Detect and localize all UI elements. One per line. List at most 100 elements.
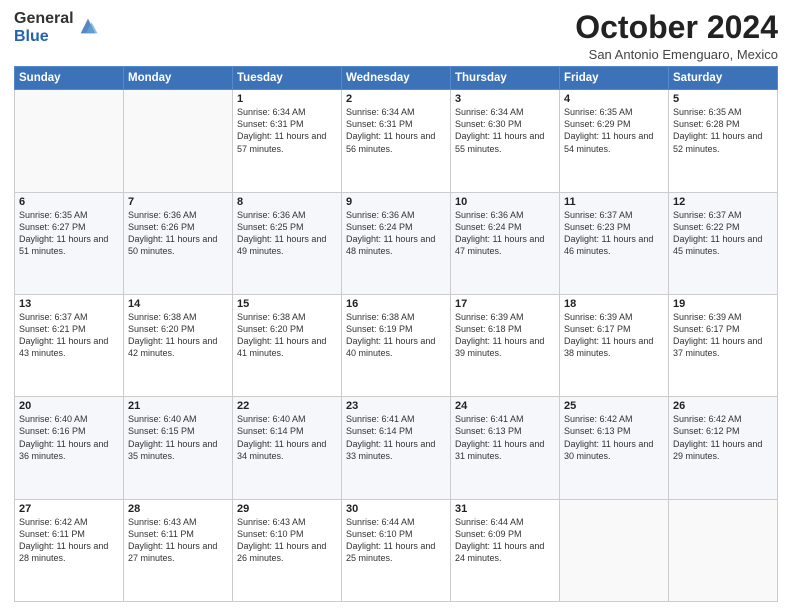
day-info: Sunrise: 6:40 AM Sunset: 6:16 PM Dayligh… — [19, 413, 119, 462]
day-info: Sunrise: 6:40 AM Sunset: 6:15 PM Dayligh… — [128, 413, 228, 462]
day-info: Sunrise: 6:39 AM Sunset: 6:17 PM Dayligh… — [673, 311, 773, 360]
day-info: Sunrise: 6:37 AM Sunset: 6:22 PM Dayligh… — [673, 209, 773, 258]
day-number: 24 — [455, 400, 555, 412]
day-number: 19 — [673, 298, 773, 310]
day-info: Sunrise: 6:44 AM Sunset: 6:10 PM Dayligh… — [346, 516, 446, 565]
logo-blue: Blue — [14, 28, 74, 46]
calendar-cell: 25Sunrise: 6:42 AM Sunset: 6:13 PM Dayli… — [560, 397, 669, 499]
day-info: Sunrise: 6:35 AM Sunset: 6:29 PM Dayligh… — [564, 106, 664, 155]
day-number: 18 — [564, 298, 664, 310]
day-number: 12 — [673, 196, 773, 208]
logo-text: General Blue — [14, 10, 74, 45]
calendar-cell — [124, 90, 233, 192]
day-info: Sunrise: 6:36 AM Sunset: 6:26 PM Dayligh… — [128, 209, 228, 258]
calendar-cell: 8Sunrise: 6:36 AM Sunset: 6:25 PM Daylig… — [233, 192, 342, 294]
day-number: 13 — [19, 298, 119, 310]
day-number: 20 — [19, 400, 119, 412]
calendar-week-row: 6Sunrise: 6:35 AM Sunset: 6:27 PM Daylig… — [15, 192, 778, 294]
calendar-cell: 18Sunrise: 6:39 AM Sunset: 6:17 PM Dayli… — [560, 294, 669, 396]
day-info: Sunrise: 6:44 AM Sunset: 6:09 PM Dayligh… — [455, 516, 555, 565]
calendar-cell: 12Sunrise: 6:37 AM Sunset: 6:22 PM Dayli… — [669, 192, 778, 294]
day-number: 23 — [346, 400, 446, 412]
day-info: Sunrise: 6:43 AM Sunset: 6:10 PM Dayligh… — [237, 516, 337, 565]
day-info: Sunrise: 6:43 AM Sunset: 6:11 PM Dayligh… — [128, 516, 228, 565]
day-number: 14 — [128, 298, 228, 310]
calendar-cell: 10Sunrise: 6:36 AM Sunset: 6:24 PM Dayli… — [451, 192, 560, 294]
day-number: 21 — [128, 400, 228, 412]
day-number: 2 — [346, 93, 446, 105]
day-info: Sunrise: 6:36 AM Sunset: 6:24 PM Dayligh… — [455, 209, 555, 258]
day-info: Sunrise: 6:38 AM Sunset: 6:19 PM Dayligh… — [346, 311, 446, 360]
calendar-cell: 15Sunrise: 6:38 AM Sunset: 6:20 PM Dayli… — [233, 294, 342, 396]
calendar-header-row: SundayMondayTuesdayWednesdayThursdayFrid… — [15, 67, 778, 90]
day-info: Sunrise: 6:42 AM Sunset: 6:12 PM Dayligh… — [673, 413, 773, 462]
day-number: 5 — [673, 93, 773, 105]
logo: General Blue — [14, 10, 99, 45]
weekday-header: Sunday — [15, 67, 124, 90]
calendar-cell: 20Sunrise: 6:40 AM Sunset: 6:16 PM Dayli… — [15, 397, 124, 499]
day-number: 25 — [564, 400, 664, 412]
day-info: Sunrise: 6:35 AM Sunset: 6:27 PM Dayligh… — [19, 209, 119, 258]
calendar-cell: 3Sunrise: 6:34 AM Sunset: 6:30 PM Daylig… — [451, 90, 560, 192]
calendar-cell — [15, 90, 124, 192]
calendar-cell: 13Sunrise: 6:37 AM Sunset: 6:21 PM Dayli… — [15, 294, 124, 396]
day-number: 9 — [346, 196, 446, 208]
weekday-header: Monday — [124, 67, 233, 90]
calendar-cell: 23Sunrise: 6:41 AM Sunset: 6:14 PM Dayli… — [342, 397, 451, 499]
calendar-cell: 28Sunrise: 6:43 AM Sunset: 6:11 PM Dayli… — [124, 499, 233, 601]
day-info: Sunrise: 6:42 AM Sunset: 6:13 PM Dayligh… — [564, 413, 664, 462]
calendar-cell: 2Sunrise: 6:34 AM Sunset: 6:31 PM Daylig… — [342, 90, 451, 192]
day-number: 17 — [455, 298, 555, 310]
calendar-week-row: 20Sunrise: 6:40 AM Sunset: 6:16 PM Dayli… — [15, 397, 778, 499]
day-info: Sunrise: 6:41 AM Sunset: 6:13 PM Dayligh… — [455, 413, 555, 462]
calendar-week-row: 13Sunrise: 6:37 AM Sunset: 6:21 PM Dayli… — [15, 294, 778, 396]
month-title: October 2024 — [575, 10, 778, 45]
day-number: 30 — [346, 503, 446, 515]
calendar-cell: 1Sunrise: 6:34 AM Sunset: 6:31 PM Daylig… — [233, 90, 342, 192]
weekday-header: Friday — [560, 67, 669, 90]
day-number: 26 — [673, 400, 773, 412]
day-info: Sunrise: 6:37 AM Sunset: 6:23 PM Dayligh… — [564, 209, 664, 258]
location: San Antonio Emenguaro, Mexico — [575, 47, 778, 62]
day-info: Sunrise: 6:34 AM Sunset: 6:31 PM Dayligh… — [346, 106, 446, 155]
title-area: October 2024 San Antonio Emenguaro, Mexi… — [575, 10, 778, 62]
day-number: 15 — [237, 298, 337, 310]
day-info: Sunrise: 6:41 AM Sunset: 6:14 PM Dayligh… — [346, 413, 446, 462]
day-info: Sunrise: 6:37 AM Sunset: 6:21 PM Dayligh… — [19, 311, 119, 360]
day-number: 27 — [19, 503, 119, 515]
day-info: Sunrise: 6:38 AM Sunset: 6:20 PM Dayligh… — [128, 311, 228, 360]
calendar-week-row: 1Sunrise: 6:34 AM Sunset: 6:31 PM Daylig… — [15, 90, 778, 192]
weekday-header: Thursday — [451, 67, 560, 90]
calendar-cell: 21Sunrise: 6:40 AM Sunset: 6:15 PM Dayli… — [124, 397, 233, 499]
day-number: 11 — [564, 196, 664, 208]
day-number: 6 — [19, 196, 119, 208]
calendar-cell: 7Sunrise: 6:36 AM Sunset: 6:26 PM Daylig… — [124, 192, 233, 294]
day-info: Sunrise: 6:36 AM Sunset: 6:25 PM Dayligh… — [237, 209, 337, 258]
calendar-cell: 31Sunrise: 6:44 AM Sunset: 6:09 PM Dayli… — [451, 499, 560, 601]
logo-general: General — [14, 10, 74, 28]
day-number: 16 — [346, 298, 446, 310]
day-number: 4 — [564, 93, 664, 105]
header: General Blue October 2024 San Antonio Em… — [14, 10, 778, 62]
calendar-cell: 27Sunrise: 6:42 AM Sunset: 6:11 PM Dayli… — [15, 499, 124, 601]
calendar-cell: 24Sunrise: 6:41 AM Sunset: 6:13 PM Dayli… — [451, 397, 560, 499]
calendar-cell: 6Sunrise: 6:35 AM Sunset: 6:27 PM Daylig… — [15, 192, 124, 294]
calendar-cell: 16Sunrise: 6:38 AM Sunset: 6:19 PM Dayli… — [342, 294, 451, 396]
calendar-cell: 19Sunrise: 6:39 AM Sunset: 6:17 PM Dayli… — [669, 294, 778, 396]
calendar-cell: 5Sunrise: 6:35 AM Sunset: 6:28 PM Daylig… — [669, 90, 778, 192]
weekday-header: Tuesday — [233, 67, 342, 90]
calendar-cell: 26Sunrise: 6:42 AM Sunset: 6:12 PM Dayli… — [669, 397, 778, 499]
calendar-cell — [669, 499, 778, 601]
day-info: Sunrise: 6:39 AM Sunset: 6:18 PM Dayligh… — [455, 311, 555, 360]
day-info: Sunrise: 6:42 AM Sunset: 6:11 PM Dayligh… — [19, 516, 119, 565]
calendar-cell: 14Sunrise: 6:38 AM Sunset: 6:20 PM Dayli… — [124, 294, 233, 396]
day-number: 29 — [237, 503, 337, 515]
calendar-cell — [560, 499, 669, 601]
day-info: Sunrise: 6:34 AM Sunset: 6:31 PM Dayligh… — [237, 106, 337, 155]
day-number: 3 — [455, 93, 555, 105]
day-info: Sunrise: 6:36 AM Sunset: 6:24 PM Dayligh… — [346, 209, 446, 258]
day-info: Sunrise: 6:39 AM Sunset: 6:17 PM Dayligh… — [564, 311, 664, 360]
day-info: Sunrise: 6:40 AM Sunset: 6:14 PM Dayligh… — [237, 413, 337, 462]
day-number: 10 — [455, 196, 555, 208]
calendar-table: SundayMondayTuesdayWednesdayThursdayFrid… — [14, 66, 778, 602]
